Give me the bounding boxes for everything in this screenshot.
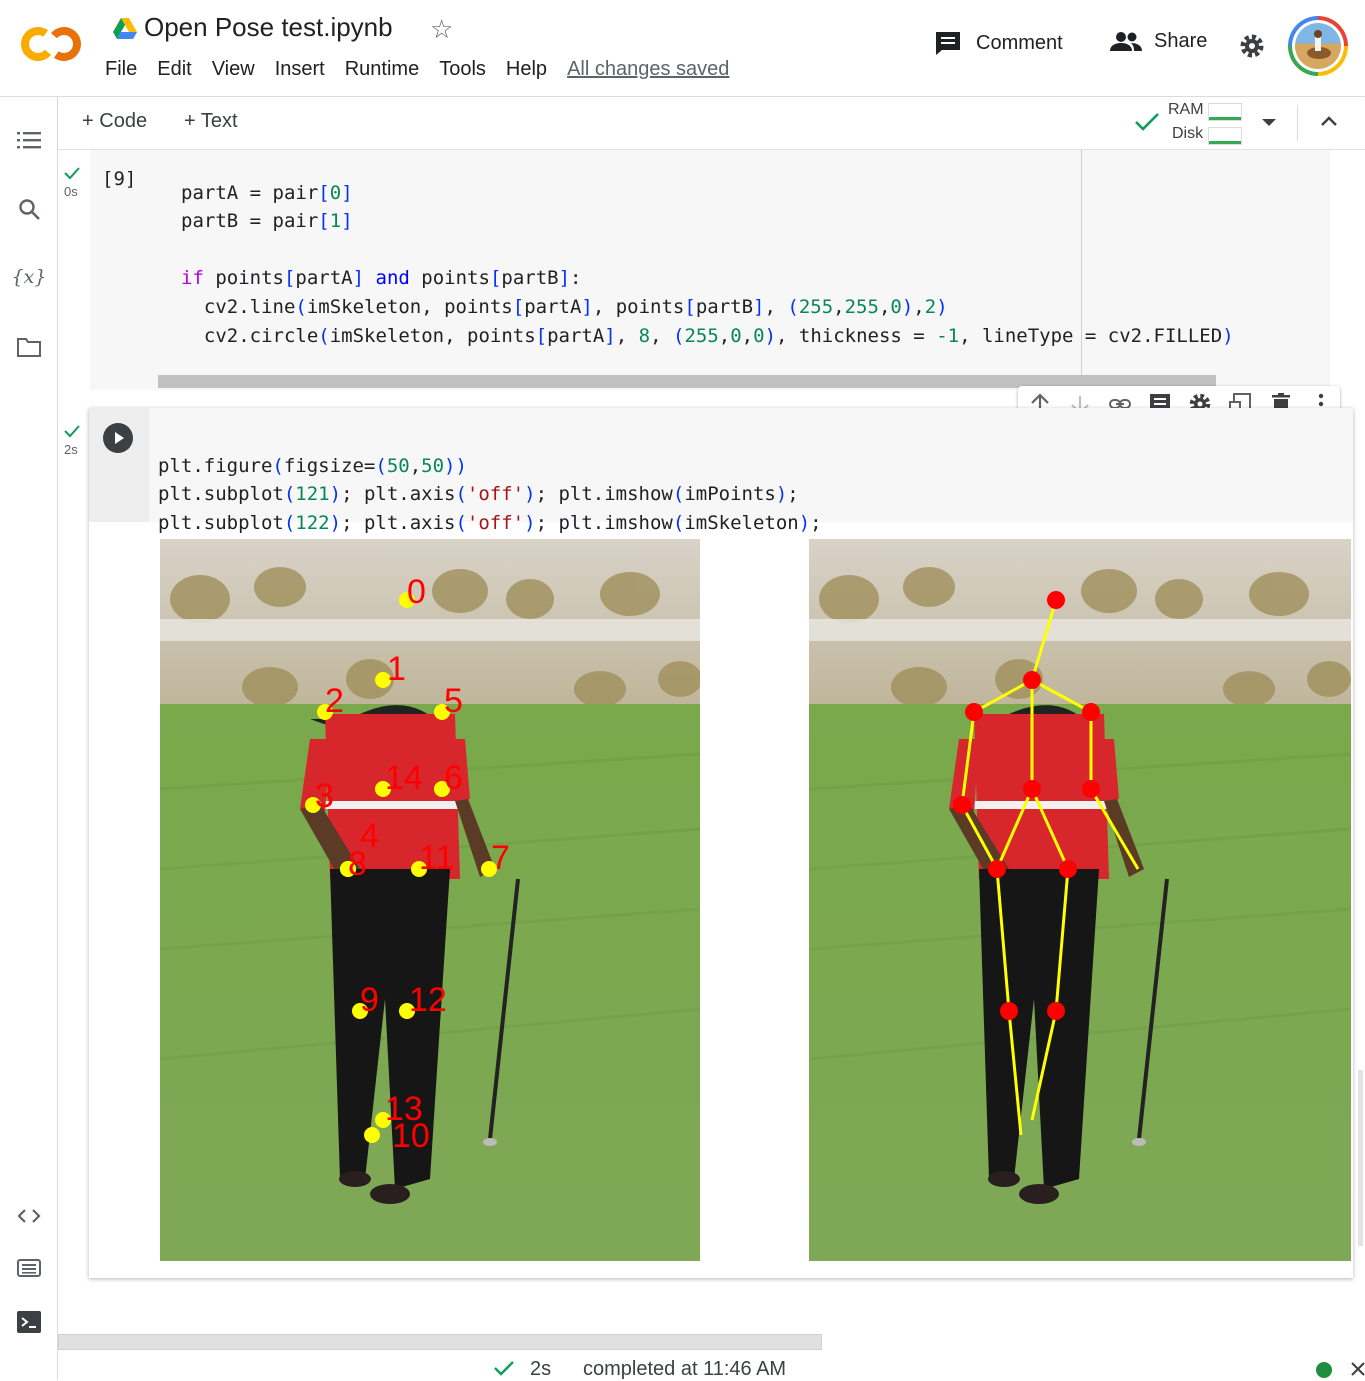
keypoint-label-14: 14 bbox=[385, 759, 423, 797]
search-icon[interactable] bbox=[16, 196, 42, 222]
star-icon[interactable]: ☆ bbox=[430, 14, 453, 45]
menu-help[interactable]: Help bbox=[506, 58, 547, 81]
toolbar-divider bbox=[1297, 105, 1298, 141]
status-duration: 2s bbox=[530, 1358, 552, 1380]
menu-insert[interactable]: Insert bbox=[275, 58, 325, 81]
code-line: cv2.line(imSkeleton, points[partA], poin… bbox=[181, 295, 948, 318]
keypoint-label-2: 2 bbox=[325, 682, 344, 720]
share-label: Share bbox=[1154, 30, 1208, 52]
keypoint-label-6: 6 bbox=[444, 759, 463, 797]
notebook-toolbar: + Code + Text RAM Disk bbox=[58, 97, 1365, 150]
app-header: Open Pose test.ipynb ☆ File Edit View In… bbox=[0, 0, 1365, 97]
settings-gear-icon[interactable] bbox=[1238, 32, 1266, 60]
skeleton-overlay bbox=[953, 591, 1140, 1136]
keypoint-label-11: 11 bbox=[419, 839, 454, 877]
keypoint-label-3: 3 bbox=[315, 777, 334, 815]
code-cell-1[interactable]: 0s [9] partA = pair[0] partB = pair[1] if… bbox=[58, 150, 1365, 390]
share-button[interactable]: Share bbox=[1110, 30, 1207, 53]
google-drive-icon bbox=[113, 18, 137, 40]
variables-icon[interactable]: {x} bbox=[12, 264, 47, 290]
page-horizontal-scrollbar[interactable] bbox=[58, 1334, 822, 1350]
menu-bar: File Edit View Insert Runtime Tools Help… bbox=[105, 58, 749, 81]
page-vertical-scrollbar[interactable] bbox=[1358, 1070, 1363, 1246]
skeleton-output-image bbox=[809, 539, 1351, 1261]
code-line: plt.subplot(121); plt.axis('off'); plt.i… bbox=[158, 483, 799, 506]
cell-exec-time: 0s bbox=[64, 184, 78, 199]
terminal-icon[interactable] bbox=[16, 1309, 42, 1335]
menu-file[interactable]: File bbox=[105, 58, 137, 81]
ram-label: RAM bbox=[1168, 101, 1204, 118]
keypoints-overlay: 0 1 2 3 4 5 6 7 8 9 10 11 12 13 14 bbox=[305, 573, 510, 1155]
colab-logo[interactable] bbox=[20, 22, 84, 66]
code-line: plt.subplot(122); plt.axis('off'); plt.i… bbox=[158, 511, 822, 534]
code-line: plt.figure(figsize=(50,50)) bbox=[158, 454, 467, 477]
cell-exec-time: 2s bbox=[64, 442, 78, 457]
notebook-title[interactable]: Open Pose test.ipynb bbox=[144, 12, 393, 43]
cell-success-check-icon bbox=[64, 425, 80, 438]
keypoint-label-0: 0 bbox=[407, 573, 426, 611]
status-check-icon bbox=[494, 1361, 514, 1376]
menu-tools[interactable]: Tools bbox=[439, 58, 486, 81]
comment-icon bbox=[936, 32, 960, 55]
caret-down-icon[interactable] bbox=[1262, 119, 1276, 127]
comment-button[interactable]: Comment bbox=[934, 30, 1063, 56]
keypoint-label-7: 7 bbox=[491, 839, 510, 877]
code-line: if points[partA] and points[partB]: bbox=[181, 267, 582, 290]
keypoints-output-image: 0 1 2 3 4 5 6 7 8 9 10 11 12 13 14 bbox=[160, 539, 700, 1261]
add-code-label: Code bbox=[99, 110, 148, 132]
connected-check-icon bbox=[1135, 113, 1159, 131]
table-of-contents-icon[interactable] bbox=[16, 127, 42, 153]
menu-edit[interactable]: Edit bbox=[157, 58, 191, 81]
keypoint-label-13: 13 bbox=[385, 1090, 423, 1128]
people-icon bbox=[1110, 31, 1142, 51]
collapse-chevron-up-icon[interactable] bbox=[1320, 115, 1338, 127]
plus-icon: + bbox=[184, 110, 201, 132]
keypoint-label-8: 8 bbox=[348, 845, 367, 883]
code-line: cv2.circle(imSkeleton, points[partA], 8,… bbox=[181, 324, 1234, 347]
code-snippets-icon[interactable] bbox=[16, 1203, 42, 1229]
keypoint-label-1: 1 bbox=[387, 650, 406, 688]
comment-label: Comment bbox=[976, 31, 1063, 54]
keypoint-label-12: 12 bbox=[409, 981, 447, 1019]
code-line: partA = pair[0] bbox=[181, 181, 353, 204]
cell-success-check-icon bbox=[64, 167, 80, 180]
disk-label: Disk bbox=[1172, 125, 1204, 142]
ram-usage-bar bbox=[1208, 103, 1242, 121]
play-icon bbox=[115, 432, 124, 444]
add-text-label: Text bbox=[200, 110, 238, 132]
connection-status-dot[interactable] bbox=[1316, 1362, 1332, 1378]
resource-monitor[interactable]: RAM Disk bbox=[1134, 99, 1334, 145]
add-code-button[interactable]: + Code bbox=[82, 110, 147, 133]
status-bar: 2s completed at 11:46 AM bbox=[58, 1354, 1365, 1380]
plus-icon: + bbox=[82, 110, 100, 132]
menu-view[interactable]: View bbox=[212, 58, 255, 81]
menu-runtime[interactable]: Runtime bbox=[345, 58, 419, 81]
user-avatar[interactable] bbox=[1288, 16, 1348, 76]
code-line: partB = pair[1] bbox=[181, 210, 353, 233]
command-palette-icon[interactable] bbox=[16, 1255, 42, 1281]
save-status-link[interactable]: All changes saved bbox=[567, 58, 729, 81]
run-cell-button[interactable] bbox=[103, 423, 133, 453]
disk-usage-bar bbox=[1208, 127, 1242, 145]
code-lines-1: partA = pair[0] partB = pair[1] if points… bbox=[181, 150, 1234, 407]
exec-count-label: [9] bbox=[102, 168, 137, 190]
close-icon[interactable] bbox=[1351, 1362, 1365, 1376]
code-cell-2[interactable]: plt.figure(figsize=(50,50)) plt.subplot(1… bbox=[89, 408, 1353, 1278]
editor-ruler bbox=[1081, 150, 1082, 390]
status-completed-text: completed at 11:46 AM bbox=[583, 1358, 787, 1380]
keypoint-label-9: 9 bbox=[360, 981, 379, 1019]
keypoint-label-5: 5 bbox=[444, 682, 463, 720]
left-sidebar: {x} bbox=[0, 97, 58, 1380]
add-text-button[interactable]: + Text bbox=[184, 110, 238, 133]
files-folder-icon[interactable] bbox=[16, 334, 42, 360]
